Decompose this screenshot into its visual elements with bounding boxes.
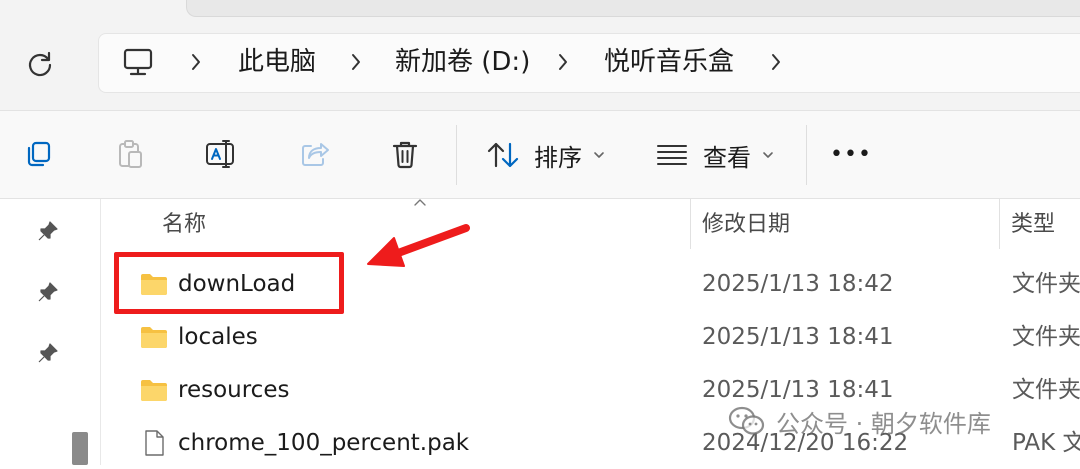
search-box-edge[interactable] [186,0,1080,17]
file-row[interactable]: locales 2025/1/13 18:41 文件夹 [110,311,1080,363]
breadcrumb-chevron-icon[interactable] [186,48,206,76]
rename-icon [206,140,234,168]
share-button[interactable] [290,129,340,179]
toolbar-separator [456,125,457,185]
folder-icon [141,380,167,401]
pin-icon[interactable] [36,280,60,304]
rename-button[interactable] [196,129,246,179]
copy-button[interactable] [14,129,64,179]
command-bar: 排序 查看 ••• [0,111,1080,199]
file-modified-date: 2025/1/13 18:42 [702,271,894,297]
toolbar-divider [0,198,1080,199]
column-header-name[interactable]: 名称 [162,205,206,245]
file-icon [145,430,164,456]
file-type: PAK 文 [1012,430,1080,456]
breadcrumb-current-folder[interactable]: 悦听音乐盒 [604,44,734,80]
column-divider[interactable] [999,199,1000,249]
breadcrumb-chevron-icon[interactable] [766,48,786,76]
toolbar-separator [806,125,807,185]
computer-icon[interactable] [120,44,156,80]
refresh-icon [28,51,52,77]
watermark-text: 公众号 · 朝夕软件库 [776,409,991,438]
sort-label: 排序 [534,143,582,172]
copy-icon [27,141,51,167]
folder-icon [141,327,167,348]
file-name[interactable]: locales [178,319,258,355]
file-name[interactable]: chrome_100_percent.pak [178,425,469,461]
column-header-type[interactable]: 类型 [1011,205,1055,245]
watermark: 公众号 · 朝夕软件库 [728,403,991,439]
paste-icon [119,140,142,168]
breadcrumb-chevron-icon[interactable] [553,48,573,76]
sort-caret-up-icon [414,199,426,206]
file-type: 文件夹 [1012,324,1080,350]
view-button[interactable]: 查看 [655,135,775,175]
delete-button[interactable] [380,129,430,179]
view-label: 查看 [703,143,751,172]
file-type: 文件夹 [1012,377,1080,403]
refresh-button[interactable] [18,42,62,86]
share-icon [302,143,329,166]
sort-icon [487,142,519,168]
pin-icon[interactable] [36,219,60,243]
column-divider[interactable] [690,199,691,249]
annotation-highlight-box [114,252,344,314]
chevron-down-icon [594,152,604,158]
view-icon [657,145,687,165]
nav-scrollbar-thumb[interactable] [72,432,88,465]
chevron-down-icon [763,152,773,158]
breadcrumb-chevron-icon[interactable] [346,48,366,76]
more-icon: ••• [830,141,872,167]
file-modified-date: 2025/1/13 18:41 [702,324,894,350]
breadcrumb-this-pc[interactable]: 此电脑 [238,44,316,80]
more-options-button[interactable]: ••• [826,129,876,179]
file-type: 文件夹 [1012,271,1080,297]
breadcrumb-drive-d[interactable]: 新加卷 (D:) [395,44,530,80]
paste-button[interactable] [105,129,155,179]
wechat-icon [728,406,765,435]
pin-icon[interactable] [36,341,60,365]
file-name[interactable]: resources [178,372,289,408]
sort-button[interactable]: 排序 [486,135,606,175]
delete-icon [392,141,418,169]
annotation-arrow-icon [367,224,470,267]
column-header-modified[interactable]: 修改日期 [702,205,790,245]
